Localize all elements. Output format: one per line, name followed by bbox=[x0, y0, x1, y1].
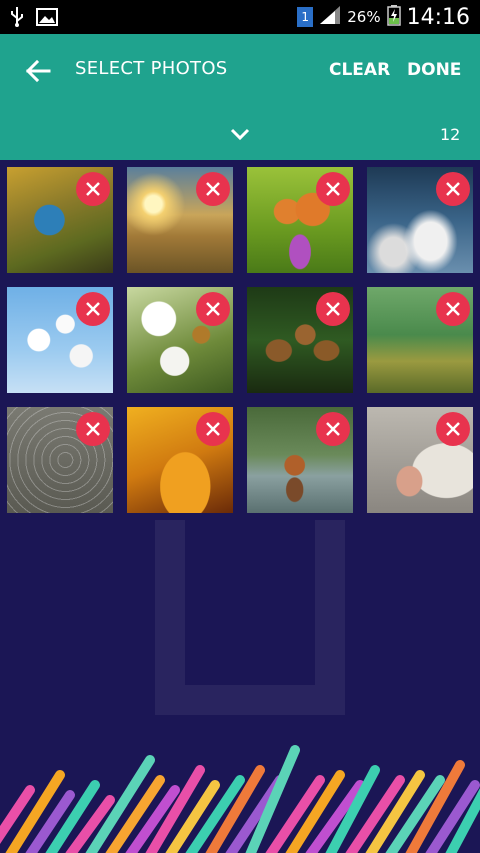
battery-charging-icon bbox=[386, 4, 401, 30]
photo-thumbnail[interactable] bbox=[127, 287, 233, 393]
image-notification-icon bbox=[36, 8, 58, 30]
photo-thumbnail[interactable] bbox=[367, 407, 473, 513]
photo-thumbnail[interactable] bbox=[127, 407, 233, 513]
close-icon bbox=[206, 182, 220, 196]
close-icon bbox=[326, 182, 340, 196]
usb-icon bbox=[10, 6, 24, 32]
sim-icon: 1 bbox=[297, 7, 314, 27]
background-watermark bbox=[155, 520, 345, 715]
close-icon bbox=[326, 302, 340, 316]
photo-thumbnail[interactable] bbox=[247, 407, 353, 513]
signal-icon bbox=[319, 5, 341, 29]
remove-photo-button[interactable] bbox=[316, 292, 350, 326]
battery-percent: 26% bbox=[347, 8, 381, 26]
remove-photo-button[interactable] bbox=[436, 292, 470, 326]
photo-thumbnail[interactable] bbox=[127, 167, 233, 273]
arrow-left-icon bbox=[25, 59, 51, 83]
close-icon bbox=[446, 422, 460, 436]
remove-photo-button[interactable] bbox=[316, 172, 350, 206]
remove-photo-button[interactable] bbox=[76, 292, 110, 326]
status-bar: 1 26% 14:16 bbox=[0, 0, 480, 34]
photo-thumbnail[interactable] bbox=[7, 167, 113, 273]
done-button[interactable]: DONE bbox=[407, 60, 461, 80]
photo-thumbnail[interactable] bbox=[7, 287, 113, 393]
close-icon bbox=[86, 182, 100, 196]
close-icon bbox=[86, 422, 100, 436]
decorative-stripes bbox=[0, 745, 480, 853]
chevron-down-icon bbox=[230, 128, 250, 141]
remove-photo-button[interactable] bbox=[196, 412, 230, 446]
photo-thumbnail[interactable] bbox=[367, 287, 473, 393]
close-icon bbox=[326, 422, 340, 436]
photo-thumbnail[interactable] bbox=[247, 167, 353, 273]
close-icon bbox=[206, 302, 220, 316]
clear-button[interactable]: CLEAR bbox=[329, 60, 390, 80]
remove-photo-button[interactable] bbox=[316, 412, 350, 446]
page-title: SELECT PHOTOS bbox=[75, 58, 228, 79]
photo-thumbnail[interactable] bbox=[247, 287, 353, 393]
close-icon bbox=[86, 302, 100, 316]
back-button[interactable] bbox=[18, 54, 58, 88]
close-icon bbox=[206, 422, 220, 436]
app-bar: SELECT PHOTOS CLEAR DONE 12 bbox=[0, 34, 480, 160]
photo-thumbnail[interactable] bbox=[7, 407, 113, 513]
remove-photo-button[interactable] bbox=[436, 412, 470, 446]
remove-photo-button[interactable] bbox=[436, 172, 470, 206]
clock: 14:16 bbox=[406, 4, 470, 30]
selected-count: 12 bbox=[440, 125, 461, 144]
photo-grid bbox=[7, 167, 473, 513]
remove-photo-button[interactable] bbox=[76, 412, 110, 446]
remove-photo-button[interactable] bbox=[76, 172, 110, 206]
close-icon bbox=[446, 182, 460, 196]
remove-photo-button[interactable] bbox=[196, 292, 230, 326]
remove-photo-button[interactable] bbox=[196, 172, 230, 206]
expand-button[interactable] bbox=[224, 122, 256, 146]
close-icon bbox=[446, 302, 460, 316]
photo-thumbnail[interactable] bbox=[367, 167, 473, 273]
